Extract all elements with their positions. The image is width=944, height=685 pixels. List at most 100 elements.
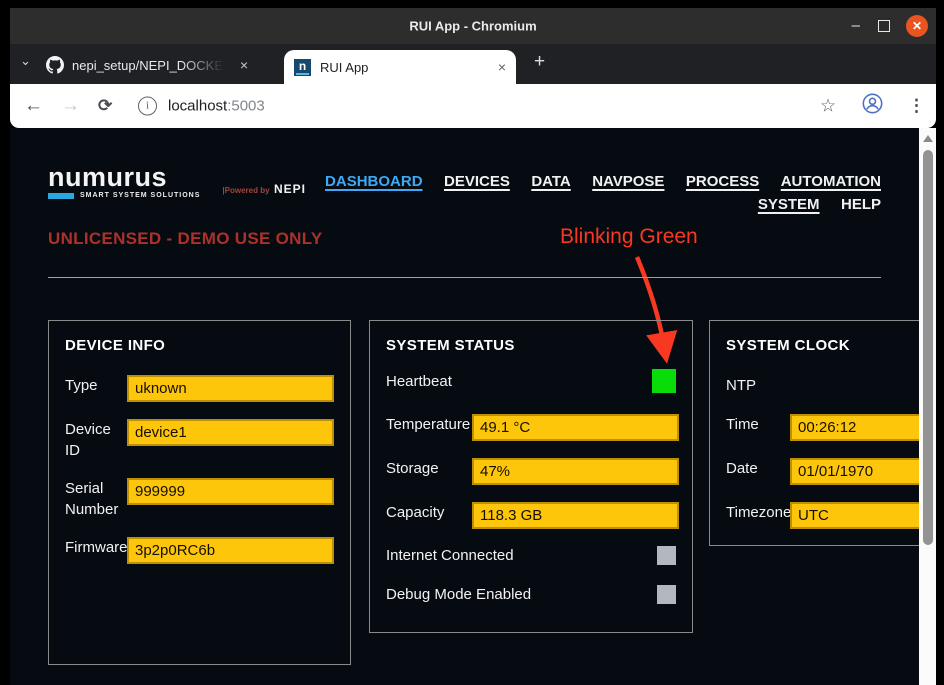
type-input[interactable] [127,375,334,402]
firmware-input[interactable] [127,537,334,564]
storage-row: Storage [386,458,676,485]
nav-automation[interactable]: AUTOMATION [781,173,881,190]
tab-rui-app-label: RUI App [320,60,498,75]
nav-navpose[interactable]: NAVPOSE [592,173,664,190]
debug-mode-label: Debug Mode Enabled [386,584,531,605]
timezone-row: Timezone [726,502,936,529]
nav-row-2: SYSTEM HELP [308,193,881,216]
main-nav: DASHBOARD DEVICES DATA NAVPOSE PROCESS A… [308,170,881,216]
page-content: numurus SMART SYSTEM SOLUTIONS |Powered … [10,128,936,685]
tab-search-chevron-icon[interactable]: ⌄ [20,53,31,69]
browser-window: RUI App - Chromium – ✕ ⌄ nepi_setup/NEPI… [10,8,936,685]
serial-number-input[interactable] [127,478,334,505]
timezone-label: Timezone [726,502,790,523]
heartbeat-indicator [652,369,676,393]
time-label: Time [726,414,790,435]
logo-tagline: SMART SYSTEM SOLUTIONS [80,192,200,199]
nav-help[interactable]: HELP [841,196,881,213]
url-host: localhost [168,98,227,115]
debug-mode-indicator [657,585,676,604]
forward-icon: → [61,95,80,117]
nepi-favicon-icon: n [294,59,311,76]
system-status-panel: SYSTEM STATUS Heartbeat Temperature Stor… [369,320,693,633]
github-icon [46,56,64,74]
date-row: Date [726,458,936,485]
tab-rui-app[interactable]: n RUI App × [284,50,516,84]
title-bar: RUI App - Chromium – ✕ [10,8,936,44]
serial-number-label: Serial Number [65,478,127,520]
temperature-input[interactable] [472,414,679,441]
device-id-label: Device ID [65,419,127,461]
blinking-green-annotation: Blinking Green [560,225,698,249]
url-field[interactable]: localhost:5003 [168,98,265,115]
ntp-row: NTP [726,375,936,395]
system-status-title: SYSTEM STATUS [386,337,676,354]
type-label: Type [65,375,127,396]
reload-icon[interactable]: ⟳ [98,96,112,116]
profile-icon[interactable] [862,93,883,119]
internet-connected-indicator [657,546,676,565]
debug-mode-row: Debug Mode Enabled [386,585,676,604]
site-info-icon[interactable]: i [138,97,157,116]
nav-system[interactable]: SYSTEM [758,196,820,213]
close-button[interactable]: ✕ [906,15,928,37]
date-label: Date [726,458,790,479]
new-tab-button[interactable]: + [534,51,545,73]
device-info-panel: DEVICE INFO Type Device ID Serial Number… [48,320,351,665]
system-clock-title: SYSTEM CLOCK [726,337,936,354]
heartbeat-label: Heartbeat [386,371,452,392]
license-banner: UNLICENSED - DEMO USE ONLY [48,229,322,249]
scrollbar-thumb[interactable] [923,150,933,545]
capacity-input[interactable] [472,502,679,529]
tab-github-label: nepi_setup/NEPI_DOCKE [72,58,224,73]
internet-connected-row: Internet Connected [386,546,676,565]
capacity-label: Capacity [386,502,472,523]
serial-number-row: Serial Number [65,478,334,520]
tab-strip: ⌄ nepi_setup/NEPI_DOCKE × n RUI App × + [10,44,936,84]
heartbeat-row: Heartbeat [386,369,676,393]
tab-rui-app-close-icon[interactable]: × [498,59,506,75]
device-type-row: Type [65,375,334,402]
tab-github[interactable]: nepi_setup/NEPI_DOCKE × [46,52,290,78]
scrollbar-up-arrow-icon[interactable] [923,135,933,142]
back-icon[interactable]: ← [24,95,43,117]
time-input[interactable] [790,414,936,441]
nav-devices[interactable]: DEVICES [444,173,510,190]
powered-by-prefix: |Powered by [222,186,269,195]
firmware-row: Firmware [65,537,334,564]
capacity-row: Capacity [386,502,676,529]
logo-brand-text: numurus [48,166,200,188]
device-id-row: Device ID [65,419,334,461]
nav-process[interactable]: PROCESS [686,173,759,190]
window-title: RUI App - Chromium [409,19,536,34]
minimize-button[interactable]: – [852,21,860,31]
tab-github-close-icon[interactable]: × [240,57,248,73]
nav-data[interactable]: DATA [531,173,570,190]
maximize-button[interactable] [878,20,890,32]
storage-input[interactable] [472,458,679,485]
url-port: :5003 [227,98,265,115]
timezone-input[interactable] [790,502,936,529]
nav-dashboard[interactable]: DASHBOARD [325,173,423,190]
page-scrollbar[interactable] [919,128,936,685]
system-clock-panel: SYSTEM CLOCK NTP Time Date Timezone [709,320,936,546]
temperature-label: Temperature [386,414,472,435]
storage-label: Storage [386,458,472,479]
ntp-label: NTP [726,375,790,396]
powered-by-nepi: |Powered by NEPI [222,180,306,198]
time-row: Time [726,414,936,441]
address-bar: ← → ⟳ i localhost:5003 ☆ ⋮ [10,84,936,128]
firmware-label: Firmware [65,537,127,558]
device-info-title: DEVICE INFO [65,337,334,354]
header-divider [48,277,881,278]
numurus-logo: numurus SMART SYSTEM SOLUTIONS |Powered … [48,166,306,199]
device-id-input[interactable] [127,419,334,446]
browser-menu-icon[interactable]: ⋮ [908,96,925,116]
date-input[interactable] [790,458,936,485]
nav-row-1: DASHBOARD DEVICES DATA NAVPOSE PROCESS A… [308,170,881,193]
internet-connected-label: Internet Connected [386,545,514,566]
logo-cyan-bar [48,193,74,199]
powered-by-brand: NEPI [274,182,306,196]
bookmark-star-icon[interactable]: ☆ [820,96,836,117]
temperature-row: Temperature [386,414,676,441]
